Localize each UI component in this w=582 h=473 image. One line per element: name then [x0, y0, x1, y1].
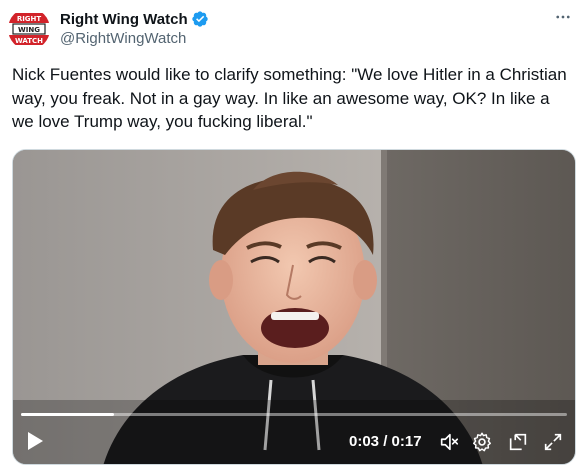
- play-icon: [28, 432, 43, 450]
- mute-button[interactable]: [438, 431, 460, 453]
- fullscreen-button[interactable]: [542, 431, 564, 453]
- avatar-text-top: RIGHT: [17, 15, 42, 23]
- more-options-button[interactable]: [552, 6, 574, 28]
- pip-button[interactable]: [507, 431, 529, 453]
- author-info: Right Wing Watch @RightWingWatch: [60, 9, 209, 47]
- tweet-text: Nick Fuentes would like to clarify somet…: [12, 65, 567, 131]
- tweet-card: RIGHT WING WATCH Right Wing Watch @Right…: [0, 0, 582, 473]
- fullscreen-expand-icon: [544, 433, 562, 451]
- avatar-text-middle: WING: [18, 26, 40, 34]
- name-row: Right Wing Watch: [60, 9, 209, 29]
- avatar-text-bottom: WATCH: [15, 37, 43, 45]
- video-player[interactable]: 0:03 / 0:17: [12, 149, 576, 465]
- play-button[interactable]: [25, 430, 45, 452]
- handle[interactable]: @RightWingWatch: [60, 30, 209, 47]
- progress-fill: [21, 413, 114, 416]
- settings-gear-icon: [473, 432, 491, 452]
- picture-in-picture-icon: [509, 433, 527, 451]
- avatar[interactable]: RIGHT WING WATCH: [8, 8, 50, 50]
- progress-bar[interactable]: [21, 413, 567, 416]
- video-controls: 0:03 / 0:17: [13, 418, 575, 464]
- volume-muted-icon: [440, 433, 459, 451]
- verified-badge-icon[interactable]: [191, 10, 209, 28]
- video-time: 0:03 / 0:17: [349, 433, 422, 450]
- more-horizontal-icon: [556, 15, 570, 19]
- settings-button[interactable]: [471, 431, 493, 453]
- display-name[interactable]: Right Wing Watch: [60, 11, 188, 28]
